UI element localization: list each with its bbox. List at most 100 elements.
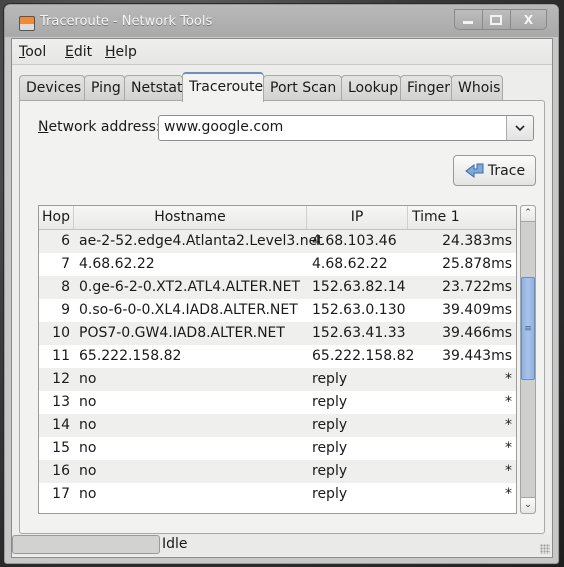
column-hop[interactable]: Hop bbox=[39, 206, 74, 229]
table-row[interactable]: 12 no reply * bbox=[39, 368, 516, 391]
tab-port-scan[interactable]: Port Scan bbox=[263, 75, 342, 100]
network-address-combo[interactable]: www.google.com bbox=[158, 115, 534, 141]
menu-help-mnemonic: H bbox=[105, 44, 116, 60]
hop-cell: 6 bbox=[61, 233, 70, 249]
ip-cell: reply bbox=[312, 486, 348, 502]
table-row[interactable]: 10 POS7-0.GW4.IAD8.ALTER.NET 152.63.41.33 3… bbox=[39, 322, 516, 345]
table-row[interactable]: 8 0.ge-6-2-0.XT2.ATL4.ALTER.NET 152.63.82.… bbox=[39, 276, 516, 299]
title-bar[interactable]: Traceroute - Network Tools X bbox=[5, 5, 558, 37]
network-address-label-text: etwork address: bbox=[48, 119, 161, 135]
table-row[interactable]: 14 no reply * bbox=[39, 414, 516, 437]
hop-cell: 7 bbox=[61, 256, 70, 272]
maximize-button[interactable] bbox=[483, 10, 511, 29]
hop-cell: 12 bbox=[52, 371, 70, 387]
ip-cell: reply bbox=[312, 463, 348, 479]
network-address-label: Network address: bbox=[38, 119, 161, 135]
time-cell: * bbox=[505, 417, 512, 433]
time-cell: 39.466ms bbox=[442, 325, 512, 341]
trace-button-label: Trace bbox=[487, 162, 526, 179]
close-button[interactable]: X bbox=[511, 10, 546, 29]
network-address-input[interactable]: www.google.com bbox=[164, 119, 283, 135]
hop-cell: 10 bbox=[52, 325, 70, 341]
window-client: Tool Edit Help Devices Ping Netstat Trac… bbox=[11, 38, 553, 558]
ip-cell: 65.222.158.82 bbox=[312, 348, 415, 364]
scroll-thumb[interactable]: ≡ bbox=[521, 277, 535, 380]
time-cell: * bbox=[505, 440, 512, 456]
hostname-cell: 4.68.62.22 bbox=[79, 256, 155, 272]
trace-button[interactable]: Trace bbox=[453, 155, 536, 186]
tab-ping[interactable]: Ping bbox=[84, 75, 125, 100]
ip-cell: reply bbox=[312, 440, 348, 456]
hostname-cell: no bbox=[79, 417, 97, 433]
tab-finger[interactable]: Finger bbox=[400, 75, 452, 100]
hop-cell: 16 bbox=[52, 463, 70, 479]
ip-cell: reply bbox=[312, 417, 348, 433]
progress-bar bbox=[12, 535, 160, 554]
hop-cell: 13 bbox=[52, 394, 70, 410]
scroll-down-button[interactable]: ⌄ bbox=[521, 497, 535, 513]
resize-grip-icon[interactable] bbox=[540, 544, 550, 554]
ip-cell: 4.68.103.46 bbox=[312, 233, 397, 249]
time-cell: 23.722ms bbox=[442, 279, 512, 295]
traceroute-panel: Network address: www.google.com Trace Ho… bbox=[19, 100, 545, 534]
time-cell: * bbox=[505, 394, 512, 410]
hostname-cell: no bbox=[79, 463, 97, 479]
tab-lookup[interactable]: Lookup bbox=[341, 75, 401, 100]
enter-arrow-icon bbox=[465, 163, 484, 178]
hostname-cell: ae-2-52.edge4.Atlanta2.Level3.net bbox=[79, 233, 323, 249]
menu-bar: Tool Edit Help bbox=[12, 39, 552, 65]
menu-tool[interactable]: Tool bbox=[19, 44, 46, 60]
table-row[interactable]: 15 no reply * bbox=[39, 437, 516, 460]
hostname-cell: 0.ge-6-2-0.XT2.ATL4.ALTER.NET bbox=[79, 279, 301, 295]
hop-cell: 15 bbox=[52, 440, 70, 456]
tab-devices[interactable]: Devices bbox=[19, 75, 85, 100]
tab-whois[interactable]: Whois bbox=[451, 75, 503, 100]
column-hostname[interactable]: Hostname bbox=[74, 206, 307, 229]
menu-help[interactable]: Help bbox=[105, 44, 137, 60]
tab-netstat[interactable]: Netstat bbox=[124, 75, 183, 100]
ip-cell: 152.63.0.130 bbox=[312, 302, 406, 318]
table-row[interactable]: 11 65.222.158.82 65.222.158.82 39.443ms bbox=[39, 345, 516, 368]
ip-cell: 152.63.82.14 bbox=[312, 279, 406, 295]
table-row[interactable]: 7 4.68.62.22 4.68.62.22 25.878ms bbox=[39, 253, 516, 276]
time-cell: 25.878ms bbox=[442, 256, 512, 272]
scroll-up-button[interactable]: ⌃ bbox=[521, 206, 535, 222]
menu-edit[interactable]: Edit bbox=[65, 44, 92, 60]
menu-edit-label: dit bbox=[73, 44, 93, 60]
hop-cell: 17 bbox=[52, 486, 70, 502]
column-ip[interactable]: IP bbox=[307, 206, 408, 229]
table-row[interactable]: 13 no reply * bbox=[39, 391, 516, 414]
window-title: Traceroute - Network Tools bbox=[40, 14, 213, 29]
table-row[interactable]: 6 ae-2-52.edge4.Atlanta2.Level3.net 4.68.1… bbox=[39, 230, 516, 253]
minimize-icon bbox=[463, 21, 474, 24]
table-row[interactable]: 16 no reply * bbox=[39, 460, 516, 483]
table-row[interactable]: 9 0.so-6-0-0.XL4.IAD8.ALTER.NET 152.63.0.1… bbox=[39, 299, 516, 322]
table-row[interactable]: 17 no reply * bbox=[39, 483, 516, 506]
vertical-scrollbar[interactable]: ⌃ ≡ ⌄ bbox=[520, 205, 536, 514]
hostname-cell: no bbox=[79, 440, 97, 456]
grip-icon: ≡ bbox=[524, 323, 532, 334]
chevron-down-icon: ⌄ bbox=[524, 500, 532, 510]
hostname-cell: 65.222.158.82 bbox=[79, 348, 182, 364]
hostname-cell: 0.so-6-0-0.XL4.IAD8.ALTER.NET bbox=[79, 302, 298, 318]
address-dropdown-button[interactable] bbox=[506, 116, 533, 140]
hop-cell: 14 bbox=[52, 417, 70, 433]
time-cell: * bbox=[505, 486, 512, 502]
time-cell: 39.409ms bbox=[442, 302, 512, 318]
chevron-down-icon bbox=[515, 124, 525, 131]
hostname-cell: no bbox=[79, 371, 97, 387]
hop-cell: 11 bbox=[52, 348, 70, 364]
status-text: Idle bbox=[162, 536, 188, 552]
maximize-icon bbox=[490, 14, 503, 25]
app-icon bbox=[19, 16, 35, 31]
minimize-button[interactable] bbox=[455, 10, 483, 29]
column-time[interactable]: Time 1 bbox=[408, 206, 516, 229]
time-cell: 24.383ms bbox=[442, 233, 512, 249]
tab-traceroute[interactable]: Traceroute bbox=[182, 72, 264, 102]
time-cell: * bbox=[505, 371, 512, 387]
ip-cell: reply bbox=[312, 394, 348, 410]
hops-table: Hop Hostname IP Time 1 6 ae-2-52.edge4.At… bbox=[38, 205, 517, 514]
time-cell: * bbox=[505, 463, 512, 479]
time-cell: 39.443ms bbox=[442, 348, 512, 364]
ip-cell: reply bbox=[312, 371, 348, 387]
